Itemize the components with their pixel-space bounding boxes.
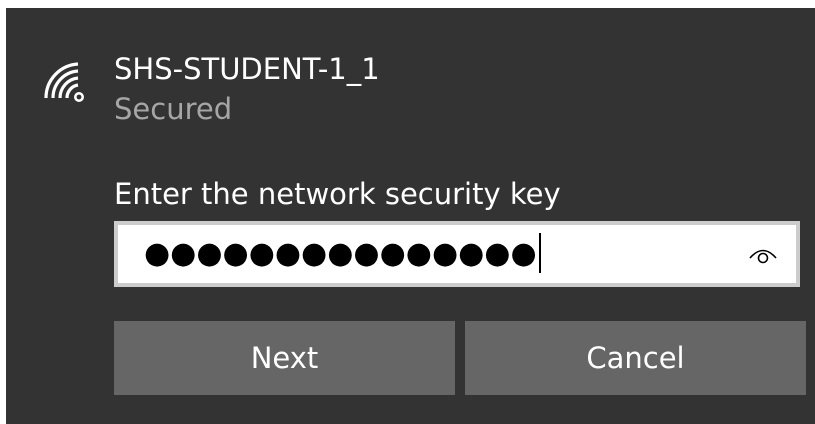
security-key-input[interactable]: ●●●●●●●●●●●●●●● xyxy=(114,221,800,287)
security-key-masked-value: ●●●●●●●●●●●●●●● xyxy=(144,236,537,271)
wifi-secured-icon xyxy=(44,62,84,102)
next-button[interactable]: Next xyxy=(114,321,455,395)
network-status: Secured xyxy=(114,92,233,126)
cancel-button[interactable]: Cancel xyxy=(465,321,806,395)
eye-icon[interactable] xyxy=(748,241,778,267)
security-key-value-wrapper: ●●●●●●●●●●●●●●● xyxy=(144,225,541,283)
security-key-label: Enter the network security key xyxy=(114,177,561,211)
wifi-connect-panel: SHS-STUDENT-1_1 Secured Enter the networ… xyxy=(6,8,815,424)
network-name: SHS-STUDENT-1_1 xyxy=(114,52,380,86)
text-caret xyxy=(538,232,541,273)
security-key-field[interactable]: ●●●●●●●●●●●●●●● xyxy=(118,225,796,283)
